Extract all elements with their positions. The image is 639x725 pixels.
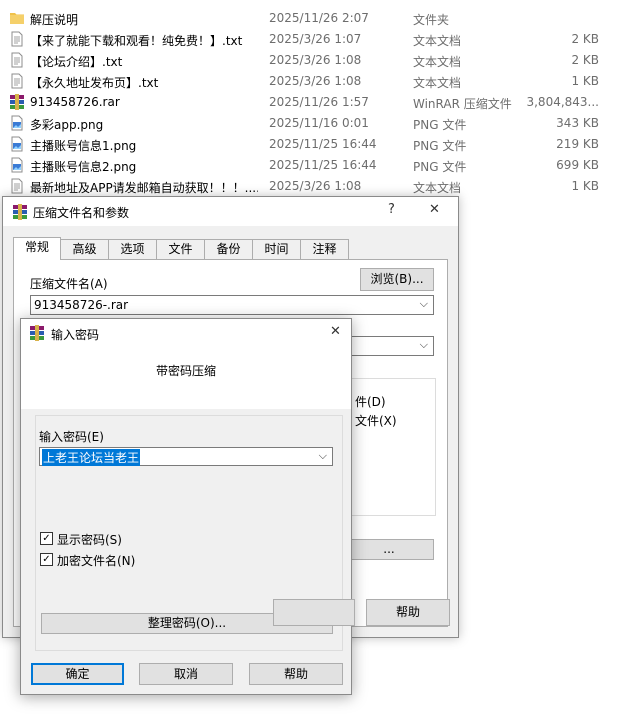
winrar-icon xyxy=(12,204,28,223)
tab-backup[interactable]: 备份 xyxy=(204,239,253,259)
close-icon[interactable]: ✕ xyxy=(429,202,440,217)
file-type: PNG 文件 xyxy=(413,139,467,153)
file-date: 2025/11/16 0:01 xyxy=(269,116,369,130)
file-date: 2025/11/26 1:57 xyxy=(269,95,369,109)
tab-advanced[interactable]: 高级 xyxy=(60,239,109,259)
chevron-down-icon[interactable]: ⌵ xyxy=(319,449,327,463)
file-row[interactable]: 【来了就能下载和观看！纯免费！】.txt 2025/3/26 1:07 文本文档… xyxy=(0,29,639,50)
tab-general[interactable]: 常规 xyxy=(13,237,61,260)
file-type: 文本文档 xyxy=(413,34,462,48)
rar-archive-icon xyxy=(9,94,25,110)
file-name: 【来了就能下载和观看！纯免费！】.txt xyxy=(30,34,243,48)
text-file-icon xyxy=(9,52,25,68)
file-date: 2025/11/25 16:44 xyxy=(269,158,377,172)
tab-time[interactable]: 时间 xyxy=(252,239,301,259)
tab-options[interactable]: 选项 xyxy=(108,239,157,259)
encrypt-filenames-label[interactable]: 加密文件名(N) xyxy=(57,552,135,569)
cancel-button[interactable]: 取消 xyxy=(139,663,233,685)
file-date: 2025/3/26 1:07 xyxy=(269,32,362,46)
tab-files[interactable]: 文件 xyxy=(156,239,205,259)
file-name: 【论坛介绍】.txt xyxy=(30,55,123,69)
show-password-checkbox[interactable]: ✓ xyxy=(40,532,53,545)
file-name: 多彩app.png xyxy=(30,118,104,132)
png-file-icon xyxy=(9,136,25,152)
file-date: 2025/3/26 1:08 xyxy=(269,179,362,193)
file-type: PNG 文件 xyxy=(413,160,467,174)
archive-name-value: 913458726-.rar xyxy=(34,298,129,312)
password-input[interactable]: 上老王论坛当老王 ⌵ xyxy=(39,447,333,466)
show-password-label[interactable]: 显示密码(S) xyxy=(57,531,122,548)
folder-icon xyxy=(9,10,25,26)
file-type: 文本文档 xyxy=(413,55,462,69)
password-dialog-header: 带密码压缩 xyxy=(21,347,351,409)
archive-name-combo[interactable]: 913458726-.rar ⌵ xyxy=(30,295,434,315)
text-file-icon xyxy=(9,73,25,89)
chevron-down-icon[interactable]: ⌵ xyxy=(420,297,428,311)
file-row[interactable]: 解压说明 2025/11/26 2:07 文件夹 xyxy=(0,8,639,29)
help-button[interactable]: 帮助 xyxy=(249,663,343,685)
file-type: 文件夹 xyxy=(413,13,450,27)
password-dialog-titlebar: 输入密码 ✕ xyxy=(21,319,351,347)
archive-name-label: 压缩文件名(A) xyxy=(30,277,108,291)
file-size: 1 KB xyxy=(571,179,599,193)
file-name: 913458726.rar xyxy=(30,95,120,109)
file-name: 主播账号信息1.png xyxy=(30,139,137,153)
file-type: WinRAR 压缩文件 xyxy=(413,97,512,111)
browse-button[interactable]: 浏览(B)... xyxy=(360,268,434,291)
file-row[interactable]: 【永久地址发布页】.txt 2025/3/26 1:08 文本文档 1 KB xyxy=(0,71,639,92)
password-heading: 带密码压缩 xyxy=(155,364,216,378)
update-mode-combo[interactable]: ⌵ xyxy=(344,336,434,356)
file-name: 主播账号信息2.png xyxy=(30,160,137,174)
file-size: 343 KB xyxy=(556,116,599,130)
winrar-icon xyxy=(29,325,45,344)
png-file-icon xyxy=(9,157,25,173)
file-date: 2025/11/25 16:44 xyxy=(269,137,377,151)
file-size: 2 KB xyxy=(571,53,599,67)
encrypt-filenames-checkbox[interactable]: ✓ xyxy=(40,553,53,566)
png-file-icon xyxy=(9,115,25,131)
text-file-icon xyxy=(9,178,25,194)
file-size: 2 KB xyxy=(571,32,599,46)
file-type: PNG 文件 xyxy=(413,118,467,132)
password-value: 上老王论坛当老王 xyxy=(42,449,141,466)
text-file-icon xyxy=(9,31,25,47)
file-row[interactable]: 多彩app.png 2025/11/16 0:01 PNG 文件 343 KB xyxy=(0,113,639,134)
file-date: 2025/3/26 1:08 xyxy=(269,53,362,67)
password-dialog: 输入密码 ✕ 带密码压缩 输入密码(E) 上老王论坛当老王 ⌵ ✓ 显示密码(S… xyxy=(20,318,352,695)
ok-button[interactable]: 确定 xyxy=(31,663,124,685)
file-row[interactable]: 主播账号信息1.png 2025/11/25 16:44 PNG 文件 219 … xyxy=(0,134,639,155)
archive-dialog-title: 压缩文件名和参数 xyxy=(33,206,130,220)
archive-dialog-titlebar: 压缩文件名和参数 ? ✕ xyxy=(3,197,458,226)
file-row[interactable]: 913458726.rar 2025/11/26 1:57 WinRAR 压缩文… xyxy=(0,92,639,113)
file-size: 1 KB xyxy=(571,74,599,88)
option-partial-2[interactable]: 文件(X) xyxy=(355,412,397,429)
password-label: 输入密码(E) xyxy=(39,430,104,444)
file-type: 文本文档 xyxy=(413,76,462,90)
close-icon[interactable]: ✕ xyxy=(330,324,341,339)
archive-options-group: 件(D) 文件(X) xyxy=(344,378,436,516)
archive-help-button[interactable]: 帮助 xyxy=(366,599,450,626)
file-size: 3,804,843... xyxy=(526,95,599,109)
settings-button[interactable]: ... xyxy=(344,539,434,560)
file-date: 2025/3/26 1:08 xyxy=(269,74,362,88)
chevron-down-icon[interactable]: ⌵ xyxy=(420,338,428,352)
file-name: 【永久地址发布页】.txt xyxy=(30,76,159,90)
file-name: 解压说明 xyxy=(30,13,79,27)
help-icon[interactable]: ? xyxy=(388,202,395,217)
option-partial-1[interactable]: 件(D) xyxy=(355,393,386,410)
tab-comment[interactable]: 注释 xyxy=(300,239,349,259)
password-dialog-title: 输入密码 xyxy=(51,328,100,342)
file-row[interactable]: 【论坛介绍】.txt 2025/3/26 1:08 文本文档 2 KB xyxy=(0,50,639,71)
file-row[interactable]: 主播账号信息2.png 2025/11/25 16:44 PNG 文件 699 … xyxy=(0,155,639,176)
file-size: 219 KB xyxy=(556,137,599,151)
file-size: 699 KB xyxy=(556,158,599,172)
file-row[interactable]: 最新地址及APP请发邮箱自动获取！！！.... 2025/3/26 1:08 文… xyxy=(0,176,639,197)
file-date: 2025/11/26 2:07 xyxy=(269,11,369,25)
archive-cancel-button[interactable] xyxy=(273,599,355,626)
file-type: 文本文档 xyxy=(413,181,462,195)
file-name: 最新地址及APP请发邮箱自动获取！！！.... xyxy=(30,181,258,195)
